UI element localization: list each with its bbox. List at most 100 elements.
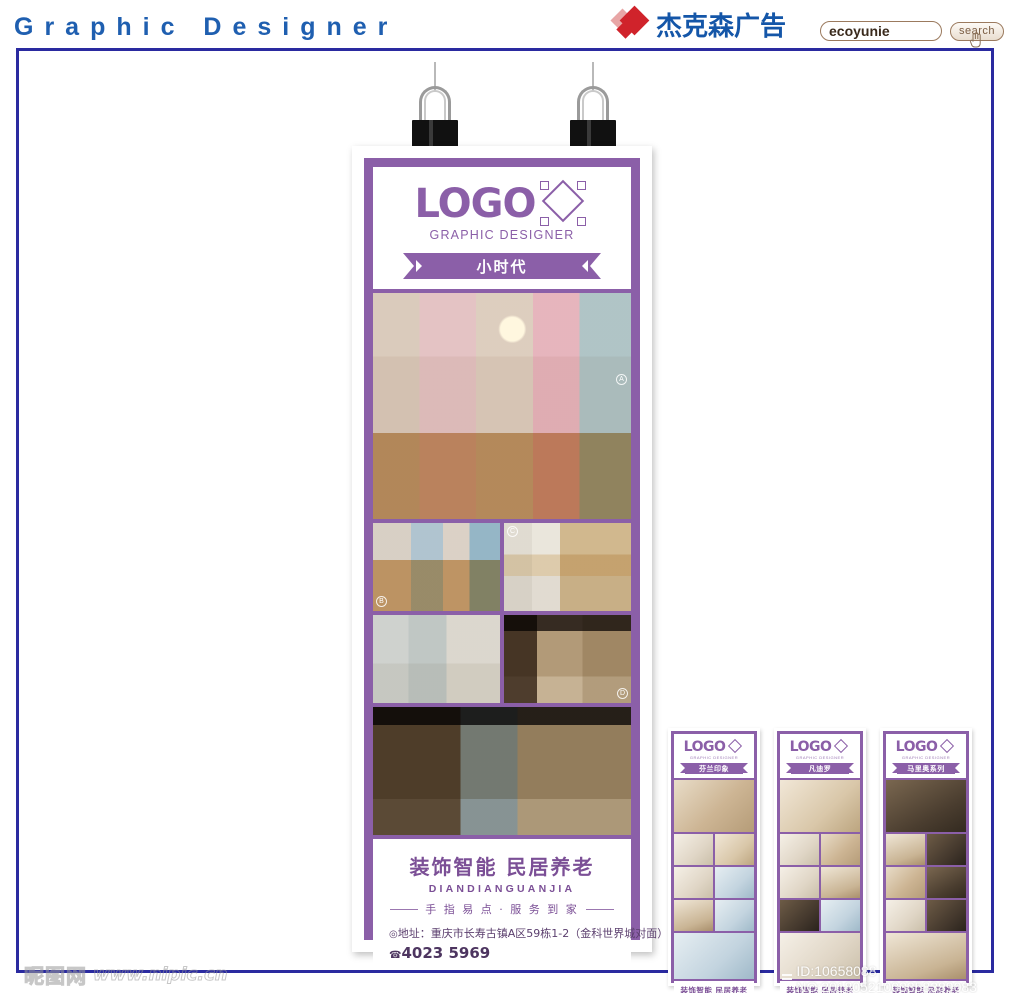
- poster-mini-header: LOGO GRAPHIC DESIGNER 芬兰印象: [674, 734, 754, 778]
- poster-mini-border: LOGO GRAPHIC DESIGNER 凡迪罗 装饰智能 民居养老: [777, 731, 863, 993]
- diamond-crop-marks-icon: [539, 179, 589, 227]
- logo-subtitle: GRAPHIC DESIGNER: [429, 228, 575, 242]
- photo-kitchen: [780, 900, 819, 931]
- photo-row-1: B C: [373, 523, 631, 611]
- poster-ribbon-title: 马里奥系列: [892, 763, 960, 774]
- logo-lockup: LOGO: [683, 738, 745, 755]
- logo-lockup: LOGO: [895, 738, 957, 755]
- screenshot-root: Graphic Designer 杰克森广告 search LO: [0, 0, 1024, 993]
- photo-row-3: [780, 900, 860, 931]
- photo-bathroom: [821, 900, 860, 931]
- photo-row-3: [674, 900, 754, 931]
- binder-clip-left: [412, 62, 458, 158]
- poster-mini-fandiluo[interactable]: LOGO GRAPHIC DESIGNER 凡迪罗 装饰智能 民居养老: [774, 728, 866, 993]
- diamond-crop-marks-icon: [833, 738, 850, 755]
- photo-bedroom-2: [821, 867, 860, 898]
- footer-headline: 装饰智能 民居养老: [892, 986, 960, 993]
- photo-kitchen: [927, 900, 966, 931]
- ribbon-label: 芬兰印象: [699, 764, 729, 773]
- poster-main[interactable]: LOGO GRAPHIC DESIGNER 小时代 A B C D 装饰智能 民…: [352, 146, 668, 968]
- diamond-crop-marks-icon: [939, 738, 956, 755]
- photo-hallway: [886, 900, 925, 931]
- poster-mini-border: LOGO GRAPHIC DESIGNER 芬兰印象 装饰智能 民居养老: [671, 731, 757, 993]
- footer-headline: 装饰智能 民居养老: [786, 986, 854, 993]
- photo-bathroom: [715, 900, 754, 931]
- search-button[interactable]: search: [950, 21, 1004, 41]
- poster-main-border: LOGO GRAPHIC DESIGNER 小时代 A B C D 装饰智能 民…: [364, 158, 668, 968]
- photo-master-bedroom: [886, 780, 966, 832]
- photo-row-2: D: [373, 615, 631, 703]
- footer-pinyin: DIANDIANGUANJIA: [428, 883, 576, 895]
- photo-bedroom: [927, 834, 966, 865]
- photo-bedroom-2: [886, 867, 925, 898]
- photo-row-2: [886, 867, 966, 898]
- footer-address: 地址：重庆市长寿古镇A区59栋1-2（金科世界城对面）: [397, 927, 669, 940]
- logo-text: LOGO: [895, 739, 938, 755]
- logo-lockup: LOGO: [414, 179, 590, 227]
- logo-subtitle: GRAPHIC DESIGNER: [795, 755, 845, 760]
- photo-kitchen: C: [504, 523, 631, 611]
- telephone-icon: ☎: [389, 950, 402, 961]
- page-title: Graphic Designer: [14, 13, 399, 41]
- photo-bedroom: [715, 834, 754, 865]
- brand-logo: 杰克森广告: [610, 5, 787, 42]
- slogan-rule-right: [585, 908, 614, 910]
- photo-living-room: [674, 780, 754, 832]
- photo-hallway: [780, 834, 819, 865]
- logo-text: LOGO: [789, 739, 832, 755]
- photo-hallway: [674, 834, 713, 865]
- photo-row-1: [780, 834, 860, 865]
- photo-dining-living: [373, 707, 631, 835]
- slogan-rule-left: [390, 908, 419, 910]
- photo-staircase: [886, 834, 925, 865]
- brand-name: 杰克森广告: [656, 11, 787, 42]
- poster-mini-photo-grid: [674, 780, 754, 979]
- poster-mini-header: LOGO GRAPHIC DESIGNER 马里奥系列: [886, 734, 966, 778]
- photo-study: [780, 867, 819, 898]
- page-header: Graphic Designer 杰克森广告 search: [0, 0, 1024, 48]
- photo-living-room: [780, 780, 860, 832]
- poster-mini-photo-grid: [780, 780, 860, 979]
- poster-mini-maliao[interactable]: LOGO GRAPHIC DESIGNER 马里奥系列 装饰智能 民居养老: [880, 728, 972, 993]
- ribbon-label: 凡迪罗: [808, 764, 832, 773]
- logo-subtitle: GRAPHIC DESIGNER: [689, 755, 739, 760]
- footer-phone: 4023 5969: [401, 944, 491, 962]
- logo-text: LOGO: [683, 739, 726, 755]
- poster-mini-footer: 装饰智能 民居养老 DIANDIANGUANJIA 手指易点 · 服务到家 地址…: [886, 981, 966, 993]
- photo-kids-bedroom-pink: A: [373, 293, 631, 519]
- diamond-crop-marks-icon: [727, 738, 744, 755]
- photo-row-1: [674, 834, 754, 865]
- footer-address-row: ◎地址：重庆市长寿古镇A区59栋1-2（金科世界城对面）: [383, 925, 668, 941]
- photo-row-2: [674, 867, 754, 898]
- logo-subtitle: GRAPHIC DESIGNER: [901, 755, 951, 760]
- footer-headline: 装饰智能 民居养老: [680, 986, 748, 993]
- photo-bathroom: [373, 615, 500, 703]
- poster-footer: 装饰智能 民居养老 DIANDIANGUANJIA 手 指 易 点 · 服 务 …: [373, 839, 668, 968]
- photo-dining-room: [780, 933, 860, 979]
- poster-mini-photo-grid: [886, 780, 966, 979]
- poster-ribbon-title: 芬兰印象: [680, 763, 748, 774]
- photo-bedroom: [821, 834, 860, 865]
- photo-kitchen: [715, 867, 754, 898]
- photo-row-2: [780, 867, 860, 898]
- search-input[interactable]: [820, 21, 942, 41]
- photo-living-room: D: [504, 615, 631, 703]
- photo-kids-bedroom: [674, 933, 754, 979]
- photo-dining-room: [886, 933, 966, 979]
- poster-mini-fenlan[interactable]: LOGO GRAPHIC DESIGNER 芬兰印象 装饰智能 民居养老: [668, 728, 760, 993]
- ribbon-label: 小时代: [476, 257, 528, 276]
- logo-lockup: LOGO: [789, 738, 851, 755]
- logo-text: LOGO: [414, 181, 537, 227]
- binder-clip-right: [570, 62, 616, 158]
- footer-headline: 装饰智能 民居养老: [409, 855, 595, 879]
- footer-phone-row: ☎4023 5969: [383, 944, 621, 962]
- poster-ribbon-title: 凡迪罗: [786, 763, 854, 774]
- red-diamond-logo-icon: [610, 5, 654, 39]
- photo-row-3: [886, 900, 966, 931]
- footer-slogan: 手 指 易 点 · 服 务 到 家: [425, 903, 579, 916]
- footer-slogan-row: 手 指 易 点 · 服 务 到 家: [383, 901, 621, 917]
- location-pin-icon: ◎: [389, 929, 398, 940]
- poster-ribbon-title: 小时代: [403, 253, 601, 279]
- photo-kids-bedroom-blue: B: [373, 523, 500, 611]
- poster-mini-border: LOGO GRAPHIC DESIGNER 马里奥系列 装饰智能 民居养老: [883, 731, 969, 993]
